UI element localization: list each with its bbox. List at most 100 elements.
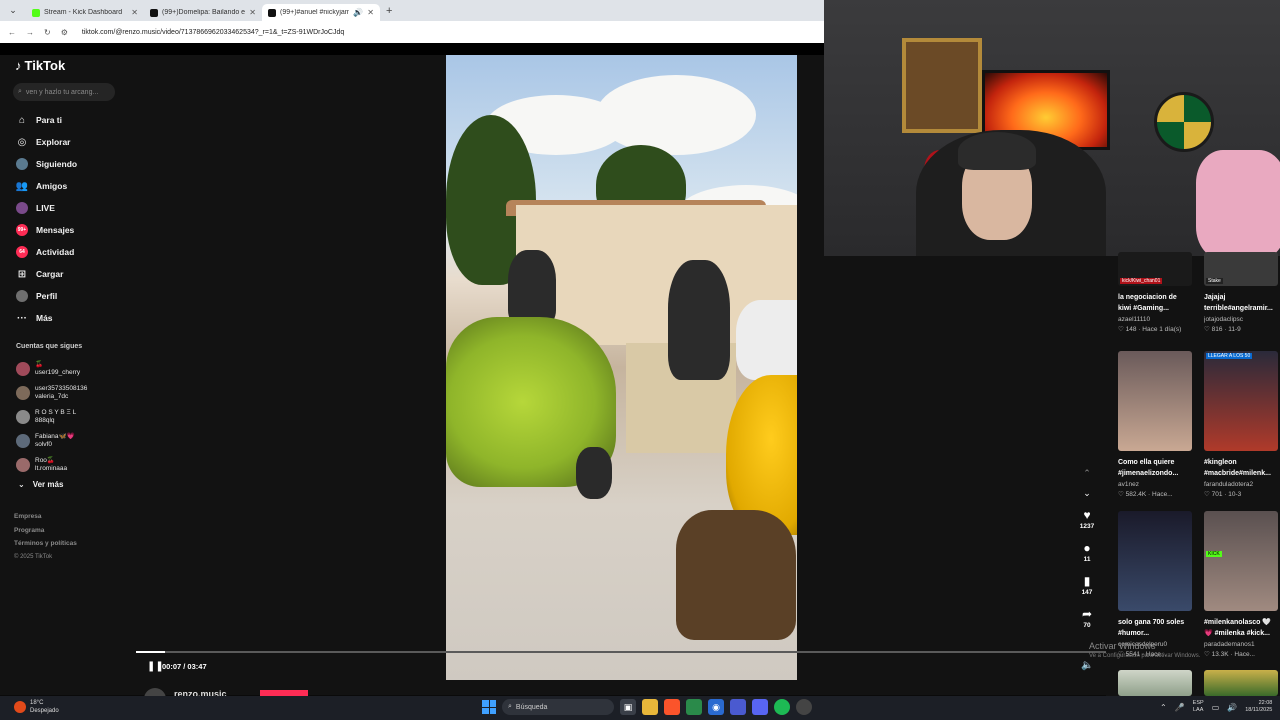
mic-icon[interactable]: 🎤	[1175, 703, 1185, 712]
close-icon[interactable]: ✕	[131, 8, 138, 17]
taskbar-apps: ⌕ Búsqueda ▣ ◉	[482, 699, 812, 715]
tab-kick-dashboard[interactable]: Stream - Kick Dashboard ✕	[26, 4, 144, 21]
close-icon[interactable]: ✕	[249, 8, 256, 17]
tiktok-icon	[268, 8, 276, 17]
spotify-icon[interactable]	[774, 699, 790, 715]
video-thumbnail: LLEGAR A LOS 50	[1204, 351, 1278, 451]
speaker-icon[interactable]: 🔊	[353, 8, 363, 17]
nav-live[interactable]: LIVE	[16, 197, 77, 219]
chevron-up-icon[interactable]: ⌃	[1076, 468, 1098, 488]
avatar	[16, 434, 30, 448]
main-nav: ⌂ Para ti ◎ Explorar Siguiendo 👥 Amigos …	[16, 109, 77, 329]
following-item[interactable]: R O S Y B Ξ L 888qlq	[16, 405, 87, 429]
recommendation-grid: kick/Kiwi_chan01 la negociacion de kiwi #…	[1106, 252, 1280, 696]
comment-button[interactable]: ● 11	[1076, 541, 1098, 574]
video-card[interactable]	[1118, 670, 1198, 696]
chrome-icon[interactable]: ◉	[708, 699, 724, 715]
weather-widget[interactable]: 18°C Despejado	[14, 699, 59, 715]
obs-icon[interactable]	[796, 699, 812, 715]
heart-icon: ♥	[1083, 508, 1091, 522]
footer-link[interactable]: Términos y políticas	[14, 540, 77, 554]
file-explorer-icon[interactable]	[642, 699, 658, 715]
video-card[interactable]: LLEGAR A LOS 50 #kingleon #macbride#milen…	[1204, 351, 1280, 498]
share-icon: ➦	[1081, 607, 1093, 621]
new-tab-button[interactable]: +	[386, 5, 392, 17]
close-icon[interactable]: ✕	[367, 8, 374, 17]
like-button[interactable]: ♥ 1237	[1076, 508, 1098, 541]
windows-start-icon[interactable]	[482, 700, 496, 714]
system-tray: ⌃ 🎤 ESP LAA ▭ 🔊 22:08 18/11/2025	[1160, 700, 1272, 714]
excel-icon[interactable]	[686, 699, 702, 715]
card-stats: ♡ 582.4K · Hace...	[1118, 491, 1173, 498]
footer-link[interactable]: Programa	[14, 527, 77, 541]
url-field[interactable]: tiktok.com/@renzo.music/video/7137866962…	[82, 29, 344, 36]
comment-icon: ●	[1083, 541, 1091, 555]
nav-para-ti[interactable]: ⌂ Para ti	[16, 109, 77, 131]
share-button[interactable]: ➦ 70	[1076, 607, 1098, 640]
network-icon[interactable]: ▭	[1212, 703, 1220, 712]
bookmark-button[interactable]: ▮ 147	[1076, 574, 1098, 607]
tab-anuel-video[interactable]: (99+)#anuel #nickyjam #ar 🔊 ✕	[262, 4, 380, 21]
volume-icon[interactable]: 🔈	[1081, 660, 1093, 671]
language-indicator[interactable]: ESP LAA	[1193, 700, 1204, 714]
address-bar: ← → ↻ ⚙ tiktok.com/@renzo.music/video/71…	[0, 21, 824, 43]
following-name: 🍒 user199_cherry	[35, 361, 81, 376]
following-item[interactable]: Roo🍒 lt.rominaaa	[16, 453, 87, 477]
chevron-down-icon[interactable]: ⌄	[1076, 488, 1098, 508]
brave-icon[interactable]	[664, 699, 680, 715]
nav-perfil[interactable]: Perfil	[16, 285, 77, 307]
following-item[interactable]: user35733508136 valeria_7dc	[16, 381, 87, 405]
taskbar-search[interactable]: ⌕ Búsqueda	[502, 699, 614, 715]
windows-activation-text: Ve a Configuración para activar Windows.	[1089, 653, 1201, 659]
search-input[interactable]: ⌕ ven y hazlo tu arcang...	[13, 83, 115, 101]
nav-mensajes[interactable]: 99+ Mensajes	[16, 219, 77, 241]
nav-cargar[interactable]: ⊞ Cargar	[16, 263, 77, 285]
nav-actividad[interactable]: 64 Actividad	[16, 241, 77, 263]
video-progress-bar[interactable]	[136, 651, 1106, 653]
video-card[interactable]: solo gana 700 soles #humor... comicosdelp…	[1118, 511, 1198, 658]
nav-explorar[interactable]: ◎ Explorar	[16, 131, 77, 153]
task-view-icon[interactable]: ▣	[620, 699, 636, 715]
sidebar-footer: Empresa Programa Términos y políticas © …	[14, 513, 77, 567]
pink-chair	[1196, 150, 1280, 256]
forward-icon[interactable]: →	[26, 28, 34, 37]
share-count: 70	[1083, 622, 1091, 629]
video-card[interactable]: Como ella quiere #jimenaelizondo... av1ne…	[1118, 351, 1198, 498]
volume-icon[interactable]: 🔊	[1227, 703, 1237, 712]
video-card[interactable]	[1204, 670, 1280, 696]
tiktok-logo[interactable]: ♪ TikTok	[15, 58, 65, 73]
nav-siguiendo[interactable]: Siguiendo	[16, 153, 77, 175]
video-card[interactable]: Stake Jajajaj terrible#angelramir... jota…	[1204, 252, 1280, 333]
avatar	[16, 410, 30, 424]
teams-icon[interactable]	[730, 699, 746, 715]
nav-mas[interactable]: ··· Más	[16, 307, 77, 329]
following-item[interactable]: Fabiana🦋💗 solvf0	[16, 429, 87, 453]
back-icon[interactable]: ←	[8, 28, 16, 37]
tab-search-icon[interactable]: ⌄	[0, 5, 26, 16]
windows-taskbar: 18°C Despejado ⌕ Búsqueda ▣ ◉ ⌃ 🎤 ESP LAA …	[0, 696, 1280, 720]
weather-text: 18°C Despejado	[30, 700, 59, 714]
site-info-icon[interactable]: ⚙	[61, 28, 68, 37]
discord-icon[interactable]	[752, 699, 768, 715]
profile-icon	[16, 290, 28, 302]
video-card[interactable]: kick/Kiwi_chan01 la negociacion de kiwi #…	[1118, 252, 1198, 333]
following-item[interactable]: 🍒 user199_cherry	[16, 357, 87, 381]
following-name: R O S Y B Ξ L 888qlq	[35, 409, 77, 424]
nav-label: Siguiendo	[36, 159, 78, 169]
chevron-up-icon[interactable]: ⌃	[1160, 703, 1167, 712]
tab-domelipa[interactable]: (99+)Domelipa: Bailando en el ✕	[144, 4, 262, 21]
see-more-button[interactable]: ⌄ Ver más	[18, 480, 63, 489]
footer-link[interactable]: Empresa	[14, 513, 77, 527]
video-frame[interactable]	[446, 55, 797, 680]
person	[668, 260, 730, 380]
following-name: Fabiana🦋💗 solvf0	[35, 433, 75, 448]
card-author: azael11110	[1118, 316, 1151, 323]
video-card[interactable]: KICK #milenkanolasco 🤍 💗 #milenka #kick..…	[1204, 511, 1280, 658]
reload-icon[interactable]: ↻	[44, 28, 51, 37]
clock[interactable]: 22:08 18/11/2025	[1245, 700, 1272, 714]
painting	[902, 38, 982, 133]
comment-count: 11	[1083, 556, 1091, 563]
upload-icon: ⊞	[17, 268, 27, 280]
nav-amigos[interactable]: 👥 Amigos	[16, 175, 77, 197]
taskbar-search-label: Búsqueda	[515, 703, 548, 711]
